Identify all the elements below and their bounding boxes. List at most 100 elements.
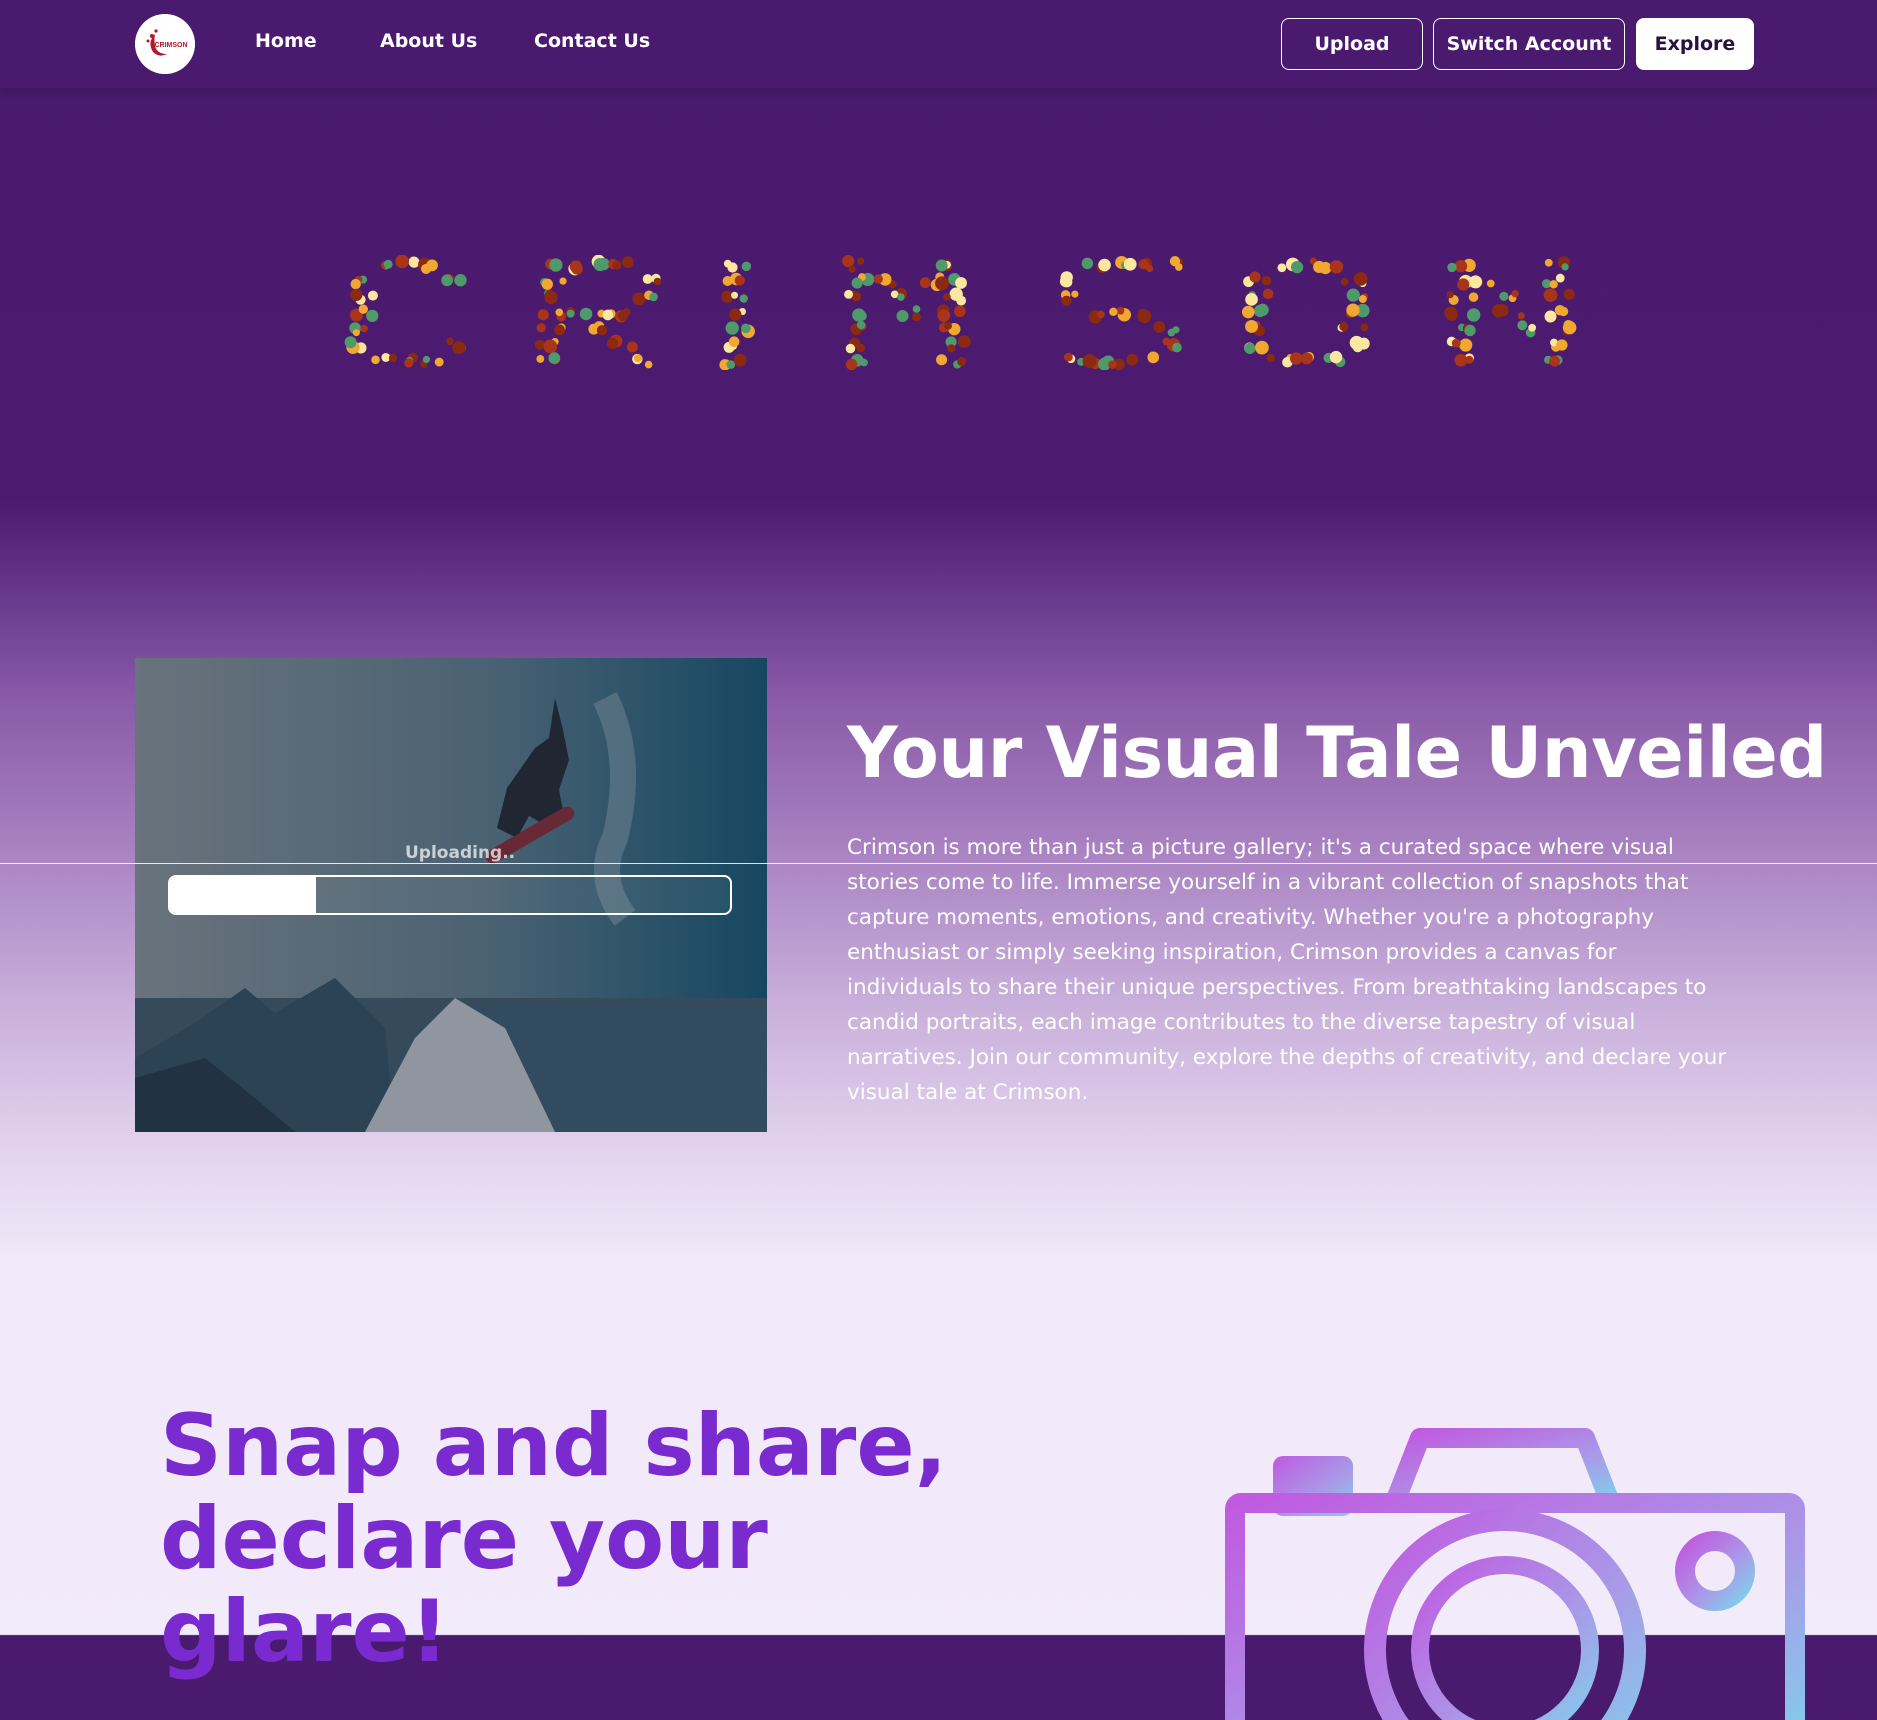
letter-dot	[1145, 264, 1154, 273]
letter-dot	[739, 294, 748, 303]
letter-dot	[1289, 352, 1303, 365]
letter-dot	[935, 259, 948, 272]
letter-dot	[1358, 295, 1367, 304]
letter-dot	[729, 308, 742, 321]
letter-dot	[1255, 340, 1269, 355]
snowboarder-photo: Uploading..	[135, 658, 767, 1132]
letter-dot	[644, 360, 653, 369]
letter-dot	[957, 357, 967, 367]
letter-dot	[441, 274, 454, 287]
letter-dot	[1492, 304, 1506, 318]
letter-dot	[722, 276, 733, 286]
letter-dot	[947, 344, 956, 353]
letter-dot	[1266, 353, 1275, 363]
letter-dot	[845, 343, 856, 354]
letter-dot	[344, 336, 357, 349]
letter-dot	[842, 255, 855, 268]
letter-dot	[1340, 277, 1349, 286]
letter-dot	[1556, 339, 1568, 351]
letter-dot	[1262, 288, 1274, 300]
letter-dot	[1549, 355, 1560, 367]
letter-dot	[404, 358, 414, 368]
letter-dot	[1123, 257, 1137, 271]
upload-progress-fill	[170, 877, 316, 913]
letter-dot	[388, 354, 398, 363]
camera-outline-graphic	[1225, 1428, 1805, 1720]
letter-dot	[1469, 275, 1483, 289]
letter-dot	[350, 288, 363, 301]
letter-dot	[1059, 275, 1072, 288]
letter-dot	[1549, 280, 1558, 289]
about-description: Crimson is more than just a picture gall…	[847, 835, 1727, 1105]
letter-dot	[1063, 352, 1073, 362]
camera-icon	[1210, 1420, 1810, 1720]
letter-dot	[360, 324, 368, 333]
letter-dot	[536, 323, 546, 333]
letter-dot	[896, 309, 909, 323]
switch-account-button[interactable]: Switch Account	[1433, 18, 1625, 70]
letter-dot	[1499, 291, 1509, 301]
letter-dot	[633, 354, 642, 363]
letter-dot	[395, 255, 410, 269]
letter-dot	[1563, 320, 1574, 330]
letter-dot	[944, 322, 952, 330]
letter-dot	[1454, 259, 1468, 273]
about-headline: Your Visual Tale Unveiled	[847, 712, 1827, 794]
letter-dot	[1109, 307, 1118, 316]
letter-dot	[897, 293, 905, 301]
letter-dot	[1447, 262, 1457, 273]
crimson-logo-icon: CRIMSON	[135, 14, 195, 74]
letter-dot	[434, 357, 444, 367]
letter-dot	[579, 307, 593, 321]
crimson-logo[interactable]: CRIMSON	[135, 14, 195, 74]
letter-dot	[1555, 273, 1565, 283]
upload-button[interactable]: Upload	[1281, 18, 1423, 70]
nav-link-home[interactable]: Home	[255, 30, 317, 52]
letter-dot	[1313, 260, 1326, 274]
letter-dot	[1147, 351, 1160, 364]
letter-dot	[422, 355, 431, 364]
letter-dot	[596, 325, 608, 336]
letter-dot	[725, 321, 739, 335]
letter-dot	[731, 291, 739, 299]
explore-button[interactable]: Explore	[1636, 18, 1754, 70]
letter-dot	[848, 265, 856, 273]
letter-dot	[602, 309, 614, 321]
letter-dot	[1339, 321, 1349, 332]
letter-dot	[612, 260, 622, 270]
letter-dot	[936, 354, 948, 366]
nav-link-about-us[interactable]: About Us	[380, 30, 477, 52]
letter-dot	[1300, 352, 1313, 365]
letter-dot	[371, 355, 380, 365]
letter-dot	[1126, 353, 1139, 366]
letter-dot	[452, 341, 466, 355]
letter-dot	[1108, 360, 1117, 370]
top-navbar: CRIMSON Home About Us Contact Us Upload …	[0, 0, 1877, 88]
letter-dot	[726, 360, 736, 369]
nav-link-contact-us[interactable]: Contact Us	[534, 30, 650, 52]
letter-dot	[1346, 288, 1360, 302]
letter-dot	[536, 355, 545, 363]
letter-dot	[1468, 292, 1479, 302]
letter-dot	[728, 336, 740, 348]
letter-dot	[1329, 350, 1343, 364]
letter-dot	[734, 275, 745, 286]
letter-dot	[957, 335, 971, 349]
letter-dot	[1563, 288, 1575, 300]
letter-dot	[554, 324, 565, 336]
letter-dot	[1360, 323, 1369, 332]
letter-dot	[1454, 353, 1468, 367]
letter-dot	[626, 341, 638, 353]
letter-dot	[1457, 278, 1470, 291]
letter-dot	[1352, 341, 1363, 353]
letter-dot	[919, 277, 931, 289]
letter-dot	[1261, 275, 1272, 286]
letter-dot	[844, 289, 854, 299]
letter-dot	[1486, 279, 1495, 288]
upload-progress-bar	[168, 875, 732, 915]
letter-dot	[543, 339, 558, 354]
letter-dot	[544, 289, 555, 300]
letter-dot	[949, 287, 963, 301]
letter-dot	[845, 358, 858, 370]
letter-dot	[1097, 310, 1105, 319]
